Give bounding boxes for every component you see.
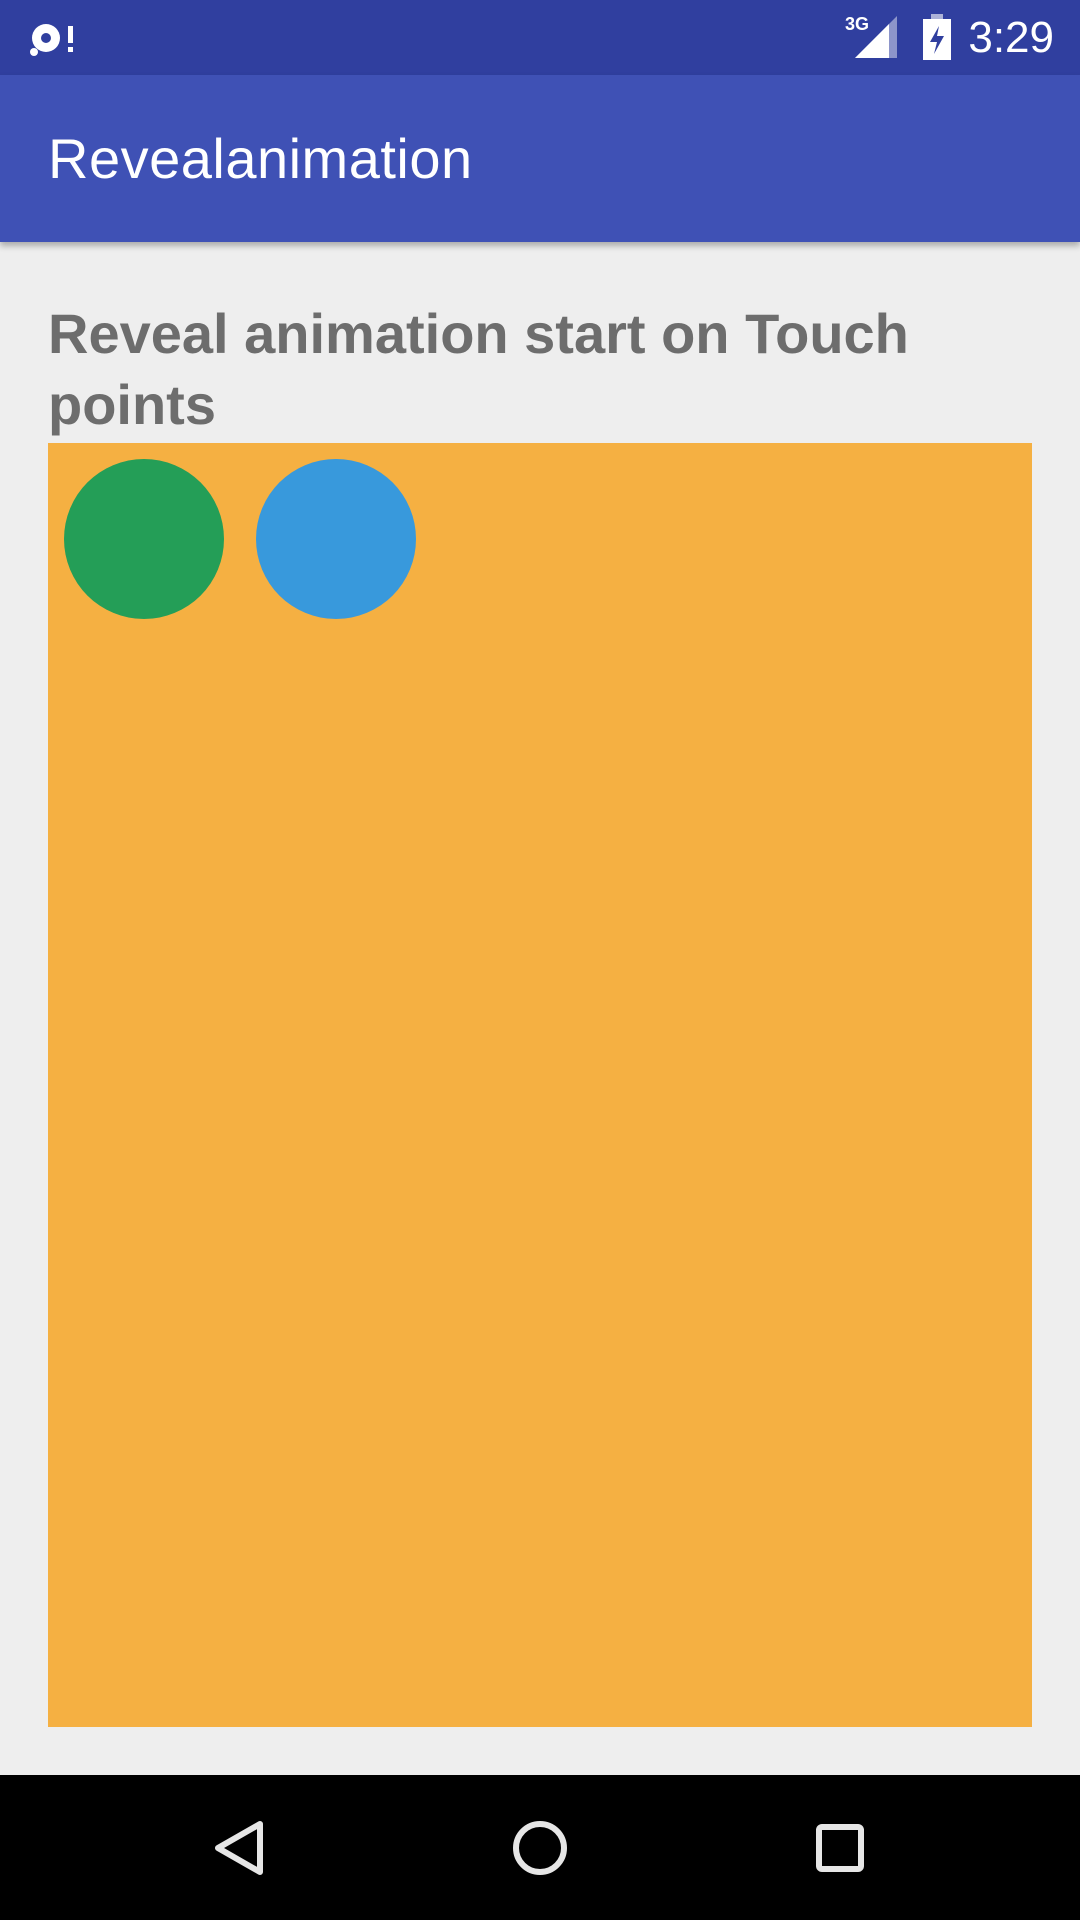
cell-signal-icon: 3G <box>845 14 901 60</box>
blue-circle[interactable] <box>256 459 416 619</box>
reveal-touch-area[interactable] <box>48 443 1032 1727</box>
status-clock: 3:29 <box>968 13 1054 62</box>
status-bar: 3G 3:29 <box>0 0 1080 75</box>
home-button[interactable] <box>485 1795 595 1901</box>
app-title: Revealanimation <box>48 127 473 190</box>
navigation-bar <box>0 1775 1080 1920</box>
network-type-label: 3G <box>845 14 869 34</box>
page-heading: Reveal animation start on Touch points <box>48 302 909 436</box>
home-circle-icon <box>513 1821 567 1875</box>
app-bar: Revealanimation <box>0 75 1080 242</box>
sync-alert-icon <box>28 18 84 58</box>
green-circle[interactable] <box>64 459 224 619</box>
battery-charging-icon <box>922 14 952 60</box>
back-button[interactable] <box>185 1795 295 1901</box>
recents-square-icon <box>816 1824 864 1872</box>
recents-button[interactable] <box>785 1795 895 1901</box>
back-triangle-icon <box>215 1821 263 1875</box>
